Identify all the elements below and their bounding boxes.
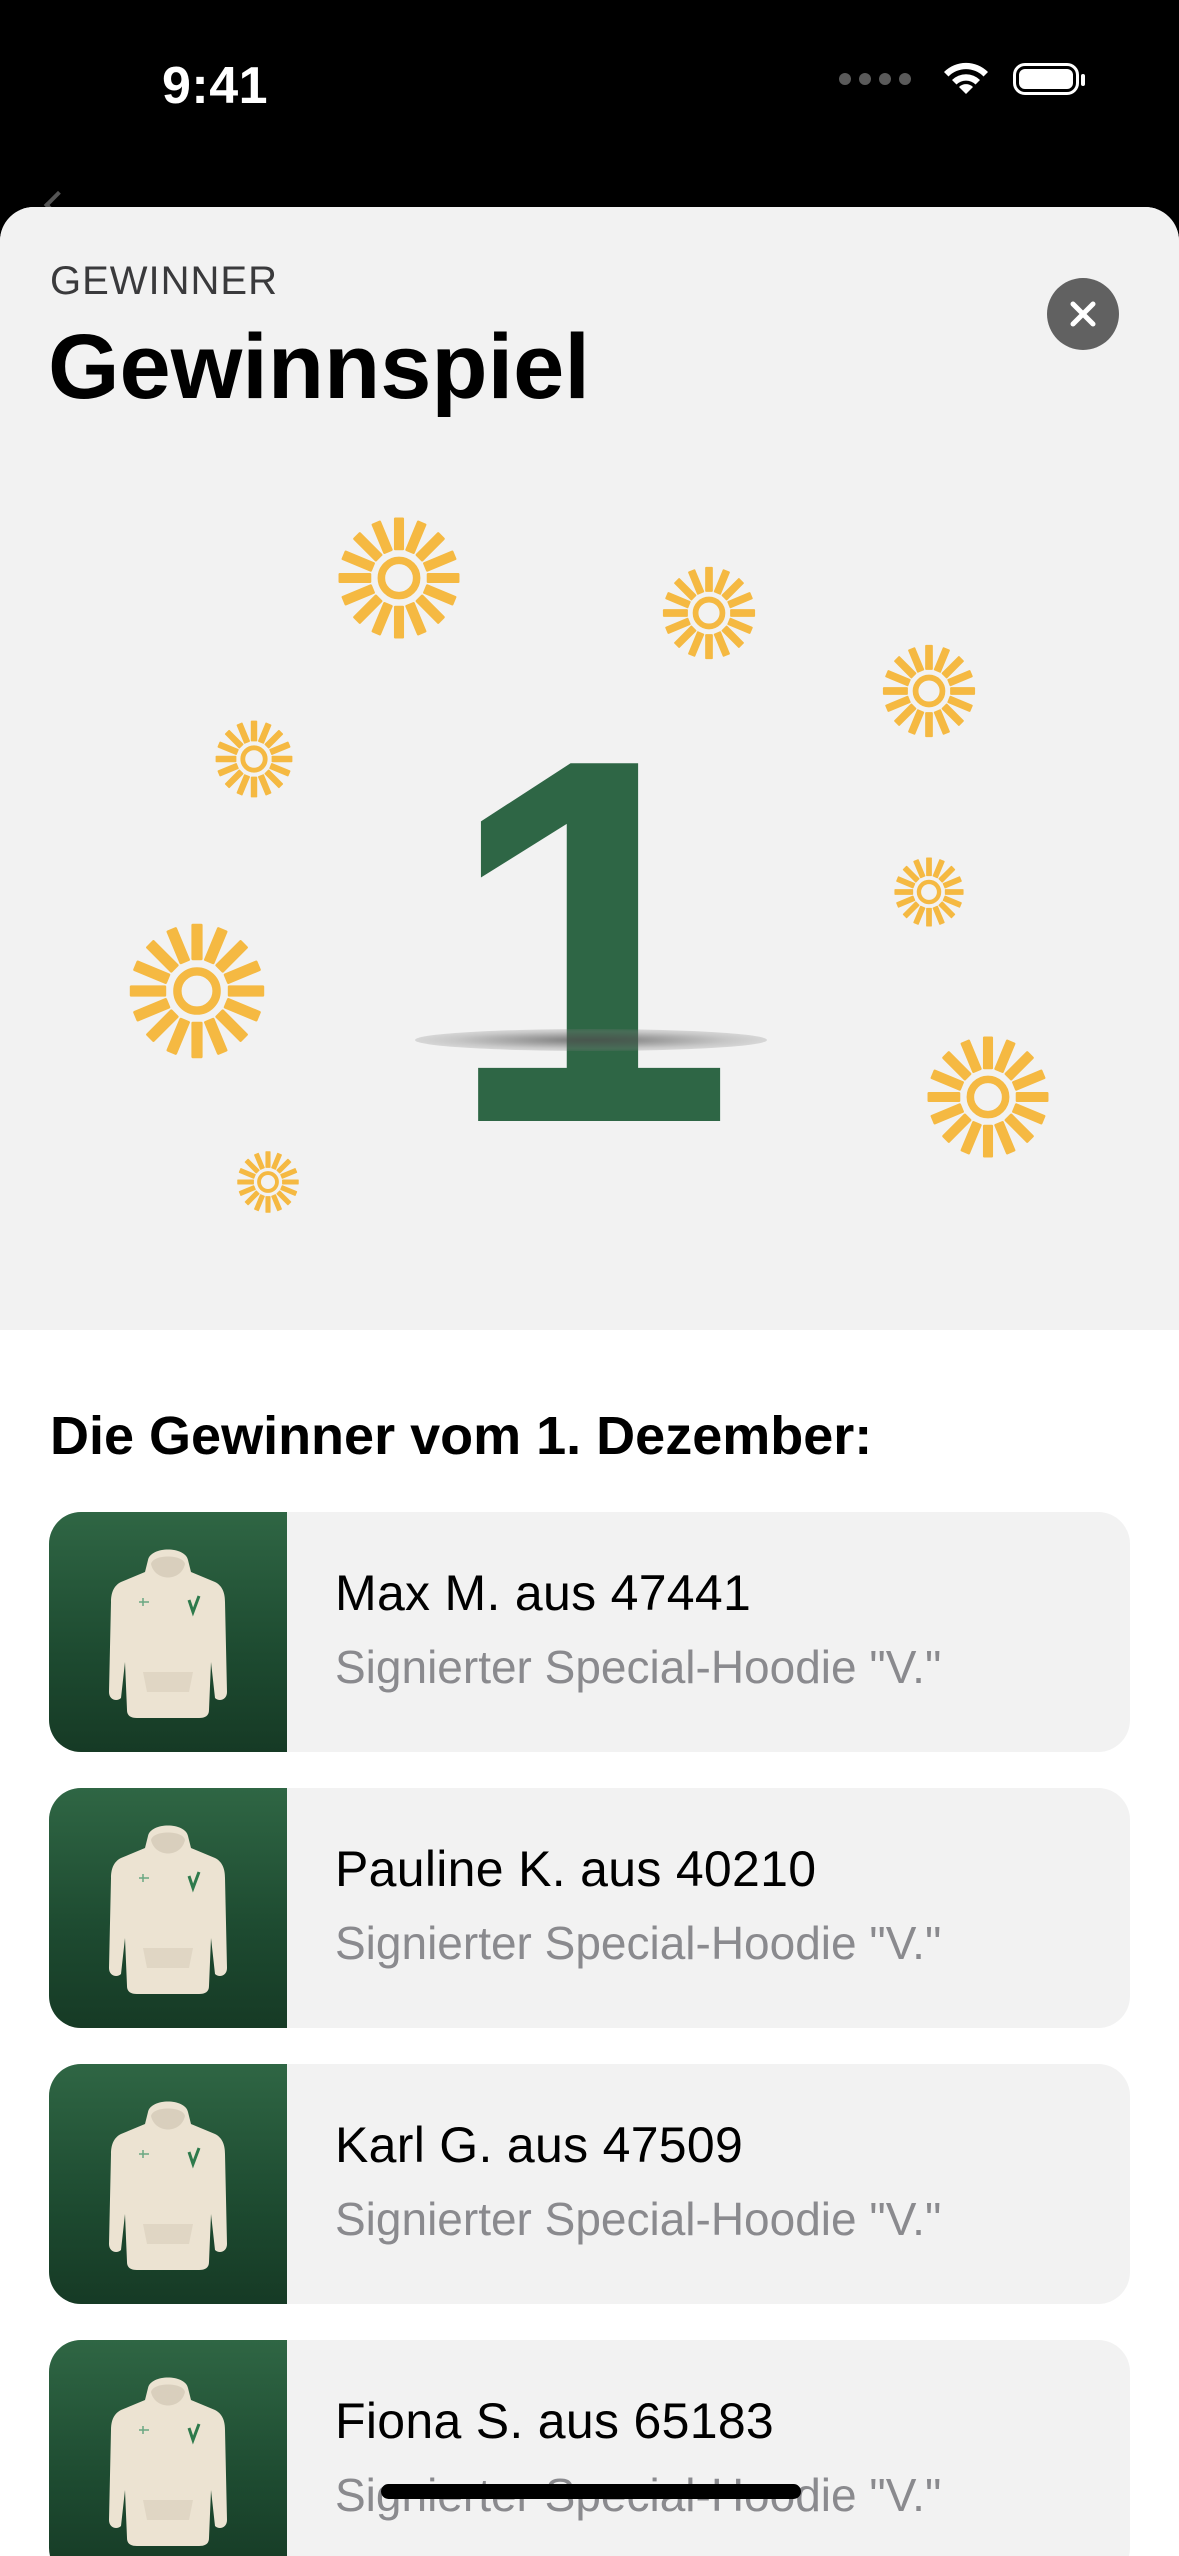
sun-decoration-icon (881, 643, 977, 739)
sun-decoration-icon (336, 515, 462, 641)
sun-decoration-icon (236, 1150, 300, 1214)
winner-list: Max M. aus 47441 Signierter Special-Hood… (49, 1512, 1130, 2556)
winner-prize: Signierter Special-Hoodie "V." (335, 2193, 942, 2245)
sun-decoration-icon (214, 719, 294, 799)
home-indicator (381, 2484, 801, 2499)
winner-name: Fiona S. aus 65183 (335, 2393, 775, 2449)
hoodie-image (49, 2340, 287, 2556)
day-number: 1 (445, 651, 735, 1232)
winner-name: Pauline K. aus 40210 (335, 1841, 817, 1897)
status-icons (839, 60, 1085, 98)
winner-card[interactable]: Max M. aus 47441 Signierter Special-Hood… (49, 1512, 1130, 1752)
hoodie-icon (107, 2376, 229, 2548)
battery-icon (1013, 63, 1085, 95)
winner-prize: Signierter Special-Hoodie "V." (335, 1917, 942, 1969)
winner-name: Max M. aus 47441 (335, 1565, 752, 1621)
hoodie-image (49, 1788, 287, 2028)
hoodie-image (49, 1512, 287, 1752)
close-icon (1070, 301, 1096, 327)
hoodie-icon (107, 2100, 229, 2272)
sun-decoration-icon (925, 1034, 1051, 1160)
sheet-title: Gewinnspiel (48, 316, 590, 418)
sun-decoration-icon (661, 565, 757, 661)
hoodie-image (49, 2064, 287, 2304)
status-time: 9:41 (162, 57, 269, 115)
winners-heading: Die Gewinner vom 1. Dezember: (50, 1406, 873, 1466)
winner-card[interactable]: Pauline K. aus 40210 Signierter Special-… (49, 1788, 1130, 2028)
winner-card[interactable]: Karl G. aus 47509 Signierter Special-Hoo… (49, 2064, 1130, 2304)
hero-banner: GEWINNER Gewinnspiel 1 (0, 207, 1179, 1330)
hoodie-icon (107, 1548, 229, 1720)
status-bar: 9:41 (0, 0, 1179, 180)
sun-decoration-icon (127, 921, 267, 1061)
wifi-icon (944, 62, 988, 94)
winner-sheet: GEWINNER Gewinnspiel 1 Die Gewinner vom … (0, 207, 1179, 2556)
winner-prize: Signierter Special-Hoodie "V." (335, 1641, 942, 1693)
sun-decoration-icon (893, 856, 965, 928)
close-button[interactable] (1047, 278, 1119, 350)
winner-card[interactable]: Fiona S. aus 65183 Signierter Special-Ho… (49, 2340, 1130, 2556)
hoodie-icon (107, 1824, 229, 1996)
number-shadow (415, 1029, 767, 1051)
cellular-signal-icon (839, 73, 911, 85)
sheet-eyebrow: GEWINNER (50, 259, 278, 303)
winner-name: Karl G. aus 47509 (335, 2117, 744, 2173)
